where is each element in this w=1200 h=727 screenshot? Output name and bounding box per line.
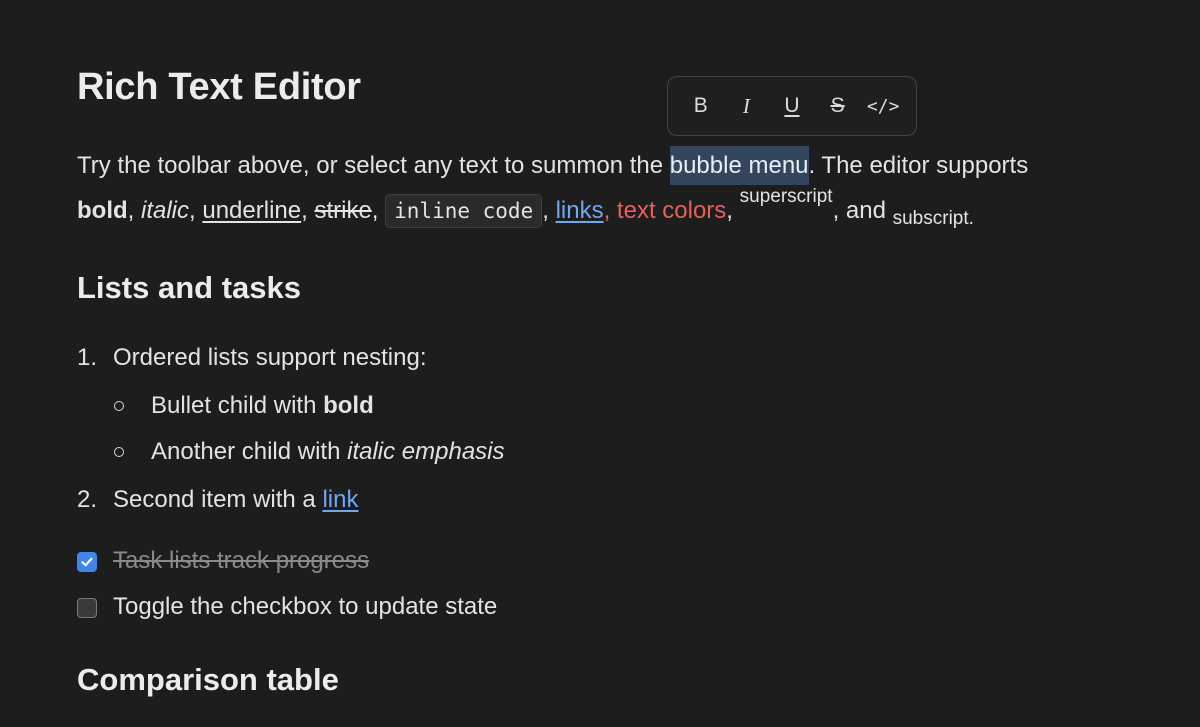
ordered-item-2[interactable]: Second item with a link [113,486,358,514]
separator: , [301,197,315,224]
bullet-item-1[interactable]: Bullet child with bold [151,392,374,420]
bullet-marker [114,447,124,457]
colored-text-sample: text colors [616,197,727,224]
code-button[interactable]: </> [864,87,902,125]
selected-text[interactable]: bubble menu [669,146,809,185]
bullet-item-2[interactable]: Another child with italic emphasis [151,438,505,466]
bullet-bold-text: bold [323,392,374,419]
item-link[interactable]: link [322,486,358,513]
separator: , and [832,197,893,224]
bullet-text: Bullet child with [151,392,324,419]
subscript-sample: subscript [892,208,969,229]
italic-sample: italic [141,197,190,224]
separator: , [603,197,617,224]
separator: , [189,197,203,224]
bullet-marker [114,401,124,411]
separator: , [542,197,556,224]
bubble-menu: B I U S </> [667,76,917,136]
intro-paragraph[interactable]: Try the toolbar above, or select any tex… [77,143,1137,234]
lists-heading: Lists and tasks [77,270,301,305]
bullet-text: Another child with [151,438,348,465]
task-item-2[interactable]: Toggle the checkbox to update state [113,593,497,621]
ordered-text: Second item with a [113,486,323,513]
intro-text: Try the toolbar above, or select any tex… [77,152,670,179]
editor-canvas[interactable]: Rich Text Editor B I U S </> Try the too… [0,0,1200,727]
checkmark-icon [81,557,93,567]
task-checkbox-checked[interactable] [77,552,97,572]
intro-text: . The editor supports [808,152,1029,179]
underline-sample: underline [202,197,302,224]
task-checkbox-unchecked[interactable] [77,598,97,618]
strike-sample: strike [314,197,372,224]
task-item-1[interactable]: Task lists track progress [113,547,369,575]
bold-sample: bold [77,197,128,224]
ordered-item-1[interactable]: Ordered lists support nesting: [113,344,427,372]
separator: , [127,197,141,224]
superscript-sample: superscript [739,186,833,207]
strikethrough-button[interactable]: S [819,87,857,125]
table-heading: Comparison table [77,662,339,697]
bullet-italic-text: italic emphasis [347,438,505,465]
page-title: Rich Text Editor [77,66,361,108]
underline-button[interactable]: U [773,87,811,125]
ordered-marker: 1. [77,344,98,371]
separator: , [371,197,386,224]
separator: , [726,197,740,224]
separator: . [968,208,974,229]
inline-code-sample: inline code [385,194,543,228]
links-link[interactable]: links [556,197,604,224]
bold-button[interactable]: B [682,87,720,125]
italic-button[interactable]: I [727,87,765,125]
ordered-marker: 2. [77,486,98,513]
